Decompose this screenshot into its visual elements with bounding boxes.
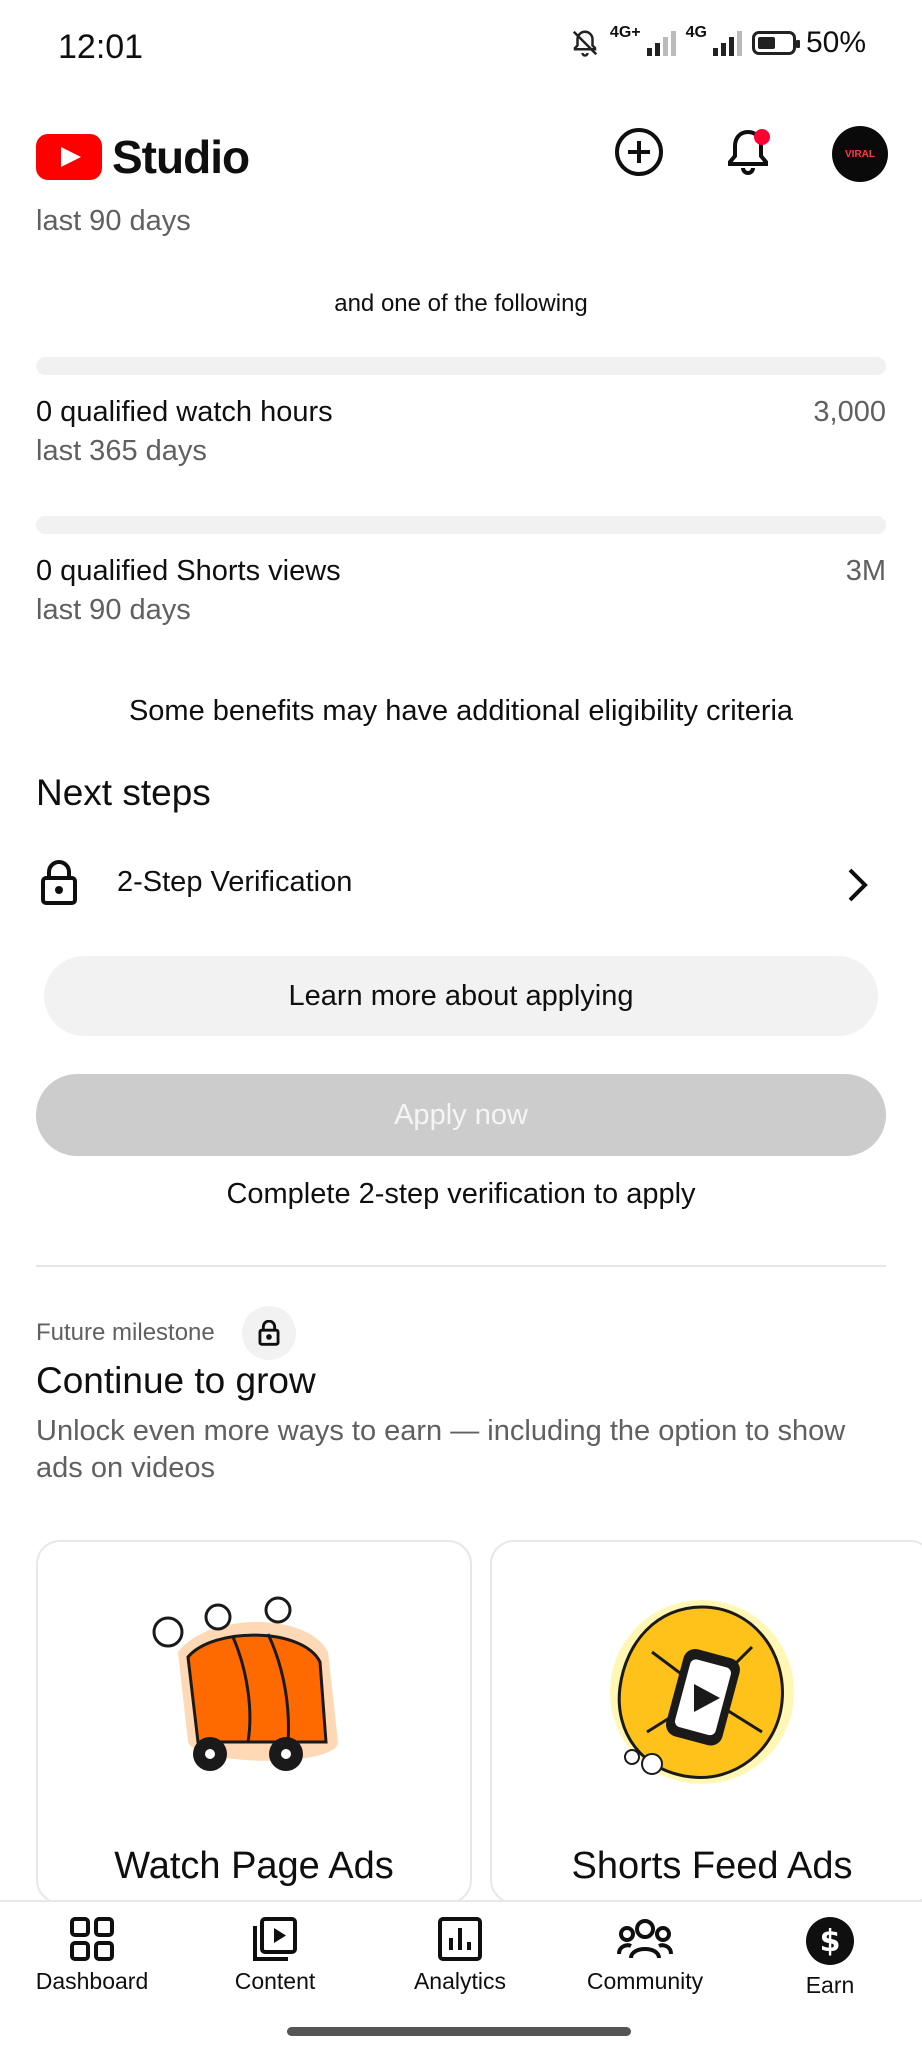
lock-icon (258, 1320, 280, 1346)
learn-more-button[interactable]: Learn more about applying (44, 956, 878, 1036)
shorts-views-target: 3M (845, 555, 886, 587)
apply-now-button[interactable]: Apply now (36, 1074, 886, 1156)
bell-muted-icon (572, 30, 598, 57)
app-name: Studio (112, 131, 250, 183)
home-indicator[interactable] (287, 2027, 631, 2036)
apply-note: Complete 2-step verification to apply (226, 1178, 696, 1210)
nav-earn[interactable]: $ Earn (750, 1916, 910, 1999)
content-icon (253, 1917, 297, 1961)
nav-dashboard[interactable]: Dashboard (12, 1916, 172, 1995)
create-icon[interactable] (613, 126, 665, 178)
avatar[interactable]: VIRAL (832, 126, 888, 182)
watch-hours-progress (36, 357, 886, 375)
nav-dashboard-label: Dashboard (35, 1968, 149, 1994)
nav-earn-label: Earn (805, 1972, 855, 1998)
earn-icon: $ (806, 1917, 854, 1965)
milestone-title: Continue to grow (36, 1360, 316, 1401)
status-time: 12:01 (58, 28, 144, 66)
studio-logo[interactable]: Studio (36, 130, 250, 184)
watch-page-ads-title: Watch Page Ads (114, 1845, 394, 1887)
avatar-text: VIRAL (845, 148, 875, 160)
battery-icon (751, 31, 800, 55)
network-label-1: 4G+ (609, 24, 641, 41)
signal-icon-1 (646, 30, 676, 56)
nav-analytics[interactable]: Analytics (380, 1916, 540, 1995)
nav-community[interactable]: Community (565, 1916, 725, 1995)
yellow-phone-illustration (610, 1600, 794, 1784)
watch-hours-label: 0 qualified watch hours (36, 396, 333, 428)
shorts-views-period: last 90 days (36, 594, 191, 626)
two-step-verification-label: 2-Step Verification (117, 866, 353, 898)
signal-icon-2 (712, 30, 742, 56)
analytics-icon (438, 1917, 482, 1961)
section-divider (36, 1265, 886, 1267)
watch-hours-period: last 365 days (36, 435, 207, 467)
milestone-lock-badge (242, 1306, 296, 1360)
next-steps-title: Next steps (36, 772, 211, 813)
chevron-right-icon (848, 868, 868, 902)
prev-requirement-period: last 90 days (36, 205, 191, 237)
shorts-views-progress (36, 516, 886, 534)
network-label-2: 4G (685, 24, 707, 41)
benefits-note: Some benefits may have additional eligib… (128, 695, 794, 727)
notifications-icon[interactable] (722, 124, 774, 176)
watch-hours-target: 3,000 (813, 396, 886, 428)
nav-content[interactable]: Content (195, 1916, 355, 1995)
nav-content-label: Content (234, 1968, 316, 1994)
shorts-feed-ads-card[interactable]: Shorts Feed Ads (490, 1540, 922, 1904)
dashboard-icon (70, 1917, 114, 1961)
two-step-verification-row[interactable]: 2-Step Verification (0, 850, 922, 920)
svg-text:$: $ (820, 1924, 841, 1959)
nav-community-label: Community (586, 1968, 704, 1994)
youtube-play-icon (36, 134, 102, 180)
nav-analytics-label: Analytics (413, 1968, 507, 1994)
shorts-feed-ads-title: Shorts Feed Ads (571, 1845, 853, 1887)
or-following-text: and one of the following (334, 290, 588, 317)
orange-cart-illustration (152, 1596, 338, 1771)
learn-more-label: Learn more about applying (288, 979, 634, 1012)
apply-now-label: Apply now (394, 1098, 528, 1131)
watch-page-ads-card[interactable]: Watch Page Ads (36, 1540, 472, 1904)
status-icons: 4G+ 4G 50% (570, 24, 866, 60)
shorts-views-label: 0 qualified Shorts views (36, 555, 341, 587)
community-icon (617, 1919, 673, 1959)
battery-percent: 50% (805, 26, 866, 59)
lock-icon (41, 860, 77, 905)
milestone-description: Unlock even more ways to earn — includin… (36, 1415, 846, 1484)
milestone-tag: Future milestone (36, 1319, 215, 1346)
